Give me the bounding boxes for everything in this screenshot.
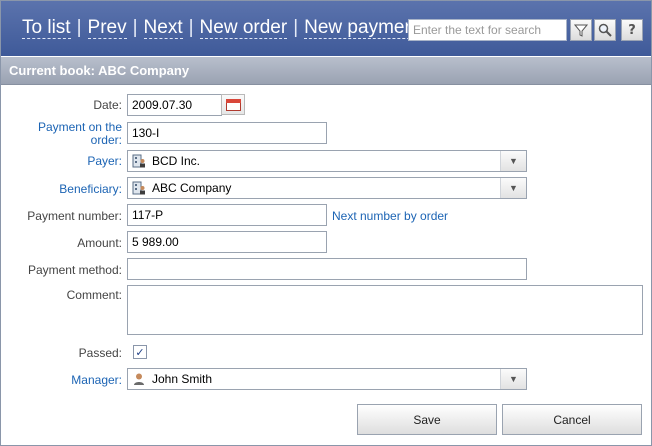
calendar-icon-top (226, 99, 241, 103)
date-label: Date: (93, 98, 122, 112)
search-input[interactable]: Enter the text for search (408, 19, 567, 41)
beneficiary-label[interactable]: Beneficiary: (11, 182, 122, 196)
chevron-down-icon[interactable]: ▼ (500, 369, 526, 389)
payment-form-window: To list | Prev | Next | New order | New payment … (0, 0, 652, 446)
top-navigation-bar: To list | Prev | Next | New order | New payment … (1, 1, 651, 56)
manager-value: John Smith (152, 372, 213, 386)
to-list-link[interactable]: To list (22, 17, 71, 39)
filter-button[interactable] (570, 19, 592, 41)
prev-link[interactable]: Prev (87, 17, 127, 39)
beneficiary-value: ABC Company (152, 181, 232, 195)
nav-separator: | (76, 17, 82, 38)
nav-links: To list | Prev | Next | New order | New payment (22, 17, 421, 39)
payer-select[interactable]: BCD Inc. ▼ (127, 150, 527, 172)
company-icon (132, 181, 145, 195)
chevron-down-icon[interactable]: ▼ (500, 151, 526, 171)
passed-checkbox[interactable]: ✓ (133, 345, 147, 359)
next-number-link[interactable]: Next number by order (332, 209, 448, 223)
payment-on-order-field[interactable]: 130-I (127, 122, 327, 144)
comment-textarea[interactable] (127, 285, 643, 335)
filter-icon (574, 24, 588, 37)
payment-number-field[interactable]: 117-P (127, 204, 327, 226)
payer-label[interactable]: Payer: (11, 154, 122, 168)
amount-label: Amount: (77, 236, 122, 250)
date-field[interactable]: 2009.07.30 (127, 94, 222, 116)
calendar-button[interactable] (221, 94, 245, 115)
payment-number-label: Payment number: (27, 209, 122, 223)
next-link[interactable]: Next (143, 17, 183, 39)
nav-separator: | (188, 17, 194, 38)
save-button[interactable]: Save (357, 404, 497, 435)
passed-label: Passed: (78, 346, 122, 360)
company-icon (132, 154, 145, 168)
manager-select[interactable]: John Smith ▼ (127, 368, 527, 390)
beneficiary-select[interactable]: ABC Company ▼ (127, 177, 527, 199)
person-icon (134, 373, 144, 385)
magnifier-icon (598, 23, 612, 37)
nav-separator: | (132, 17, 138, 38)
payer-value: BCD Inc. (152, 154, 201, 168)
section-header: Current book: ABC Company (1, 57, 651, 85)
payment-method-label: Payment method: (27, 263, 122, 277)
check-icon: ✓ (135, 345, 145, 359)
new-payment-link[interactable]: New payment (304, 17, 421, 39)
new-order-link[interactable]: New order (199, 17, 288, 39)
payment-method-field[interactable] (127, 258, 527, 280)
cancel-button[interactable]: Cancel (502, 404, 642, 435)
manager-label[interactable]: Manager: (11, 373, 122, 387)
help-button[interactable]: ? (621, 19, 643, 41)
comment-label: Comment: (66, 288, 122, 302)
payment-on-order-label[interactable]: Payment on the order: (11, 121, 122, 147)
find-button[interactable] (594, 19, 616, 41)
amount-field[interactable]: 5 989.00 (127, 231, 327, 253)
chevron-down-icon[interactable]: ▼ (500, 178, 526, 198)
nav-separator: | (293, 17, 299, 38)
